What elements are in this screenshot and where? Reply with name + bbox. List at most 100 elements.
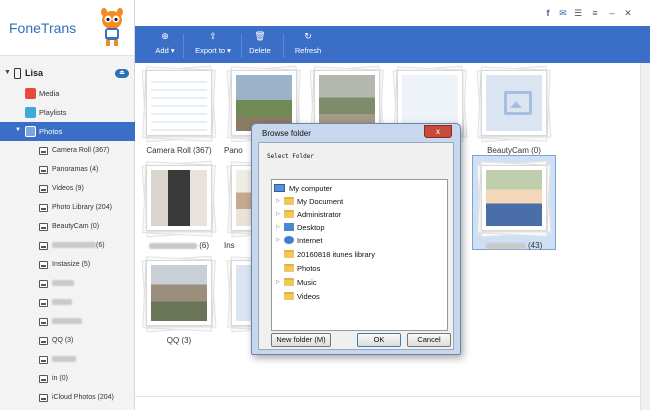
nav-photos-label: Photos <box>39 127 63 136</box>
album-item[interactable]: (6) <box>0 237 135 256</box>
album-caption: QQ (3) <box>166 336 192 345</box>
album-thumbnail[interactable]: BeautyCam (0) <box>476 65 552 155</box>
collapse-caret-icon[interactable]: ▼ <box>4 69 11 76</box>
dropdown-arrow-icon: ▾ <box>227 46 231 55</box>
album-cover <box>151 75 207 131</box>
scrollbar[interactable] <box>640 63 650 410</box>
album-icon <box>39 261 48 269</box>
tree-node-label: My computer <box>289 184 333 193</box>
album-caption: BeautyCam (0) <box>487 146 541 155</box>
refresh-button[interactable]: ↻ Refresh <box>291 31 325 55</box>
album-item[interactable]: Panoramas (4) <box>0 161 135 180</box>
album-thumbnail[interactable]: (43) <box>476 160 552 250</box>
album-label: in (0) <box>52 375 68 382</box>
dialog-title: Browse folder <box>262 129 311 138</box>
album-label: BeautyCam (0) <box>52 223 100 230</box>
album-item[interactable]: iCloud Photos (204) <box>0 389 135 408</box>
nav-playlists[interactable]: Playlists <box>0 103 135 122</box>
ok-button[interactable]: OK <box>357 333 401 347</box>
minimize-icon[interactable]: – <box>607 8 617 18</box>
expand-caret-icon[interactable]: ▼ <box>15 127 21 133</box>
album-caption: Camera Roll (367) <box>146 146 212 155</box>
nav-photos[interactable]: ▼ Photos <box>0 122 135 141</box>
album-caption: (6) <box>131 241 227 250</box>
folder-tree: My computer ▷ My Document ▷ Administrato… <box>271 179 448 331</box>
facebook-icon[interactable]: f <box>543 8 553 18</box>
tree-node-label: Music <box>297 278 317 287</box>
album-count: (6) <box>96 242 105 249</box>
album-thumbnail[interactable]: Camera Roll (367) <box>141 65 217 155</box>
album-label: Camera Roll (367) <box>52 147 110 154</box>
image-placeholder-icon <box>486 75 542 131</box>
export-button[interactable]: ⇪ Export to ▾ <box>190 31 236 55</box>
menu-icon[interactable]: ≡ <box>590 8 600 18</box>
add-label: Add <box>155 46 169 55</box>
album-item[interactable]: Photo Library (204) <box>0 199 135 218</box>
tree-node-label: My Document <box>297 197 344 206</box>
album-item[interactable] <box>0 275 135 294</box>
album-item[interactable] <box>0 294 135 313</box>
computer-icon <box>274 184 285 192</box>
album-icon <box>39 204 48 212</box>
album-item[interactable]: Videos (9) <box>0 180 135 199</box>
album-thumbnail[interactable]: (6) <box>141 160 217 250</box>
album-item[interactable]: Instasize (5) <box>0 256 135 275</box>
close-icon[interactable]: ✕ <box>623 8 633 18</box>
album-caption: (43) <box>466 241 562 250</box>
album-label: Videos (9) <box>52 185 84 192</box>
refresh-label: Refresh <box>294 46 322 55</box>
album-label: Instasize (5) <box>52 261 91 268</box>
delete-button[interactable]: 🗑 Delete <box>245 31 275 55</box>
album-icon <box>39 318 48 326</box>
expand-icon[interactable]: ▷ <box>276 198 280 204</box>
album-icon <box>39 394 48 402</box>
dialog-prompt: Select Folder <box>267 153 314 160</box>
redacted-text <box>52 299 72 306</box>
add-icon: ⊕ <box>161 31 169 41</box>
album-count: (43) <box>528 241 543 250</box>
album-label: Photo Library (204) <box>52 204 112 211</box>
album-icon <box>39 242 48 250</box>
app-logo: FoneTrans <box>0 0 134 56</box>
album-icon <box>39 166 48 174</box>
cancel-button[interactable]: Cancel <box>407 333 451 347</box>
toolbar-separator <box>241 34 242 58</box>
expand-icon[interactable]: ▷ <box>276 237 280 243</box>
album-item[interactable]: BeautyCam (0) <box>0 218 135 237</box>
expand-icon[interactable]: ▷ <box>276 211 280 217</box>
album-count: (6) <box>199 241 209 250</box>
globe-icon <box>284 236 294 244</box>
toolbar: ⊕ Add ▾ ⇪ Export to ▾ 🗑 Delete ↻ Refresh <box>135 26 650 63</box>
export-label: Export to <box>195 46 226 55</box>
album-item[interactable] <box>0 313 135 332</box>
tree-node-label: Videos <box>297 292 320 301</box>
album-label-blurred: (6) <box>52 242 105 249</box>
music-note-icon <box>25 88 36 99</box>
device-row[interactable]: ▼ Lisa ⏏ <box>0 64 135 84</box>
album-icon <box>39 185 48 193</box>
register-icon[interactable]: ☰ <box>573 8 583 18</box>
album-label: iCloud Photos (204) <box>52 394 114 401</box>
dialog-close-button[interactable]: x <box>424 125 452 138</box>
redacted-text <box>52 318 82 325</box>
new-folder-button[interactable]: New folder (M) <box>271 333 331 347</box>
eject-icon[interactable]: ⏏ <box>115 69 129 78</box>
album-item[interactable] <box>0 351 135 370</box>
album-thumbnail[interactable]: QQ (3) <box>141 255 217 345</box>
tree-node-label: Photos <box>297 264 321 273</box>
redacted-text <box>52 242 96 249</box>
tree-node-label: Desktop <box>297 223 325 232</box>
nav-media[interactable]: Media <box>0 84 135 103</box>
album-item[interactable]: Camera Roll (367) <box>0 142 135 161</box>
photos-icon <box>25 126 36 137</box>
playlist-icon <box>25 107 36 118</box>
expand-icon[interactable]: ▷ <box>276 279 280 285</box>
toolbar-separator <box>283 34 284 58</box>
folder-icon <box>284 292 294 300</box>
album-item[interactable]: QQ (3) <box>0 332 135 351</box>
refresh-icon: ↻ <box>304 31 312 41</box>
album-item[interactable]: in (0) <box>0 370 135 389</box>
feedback-icon[interactable]: ✉ <box>558 8 568 18</box>
expand-icon[interactable]: ▷ <box>276 224 280 230</box>
add-button[interactable]: ⊕ Add ▾ <box>147 31 183 55</box>
